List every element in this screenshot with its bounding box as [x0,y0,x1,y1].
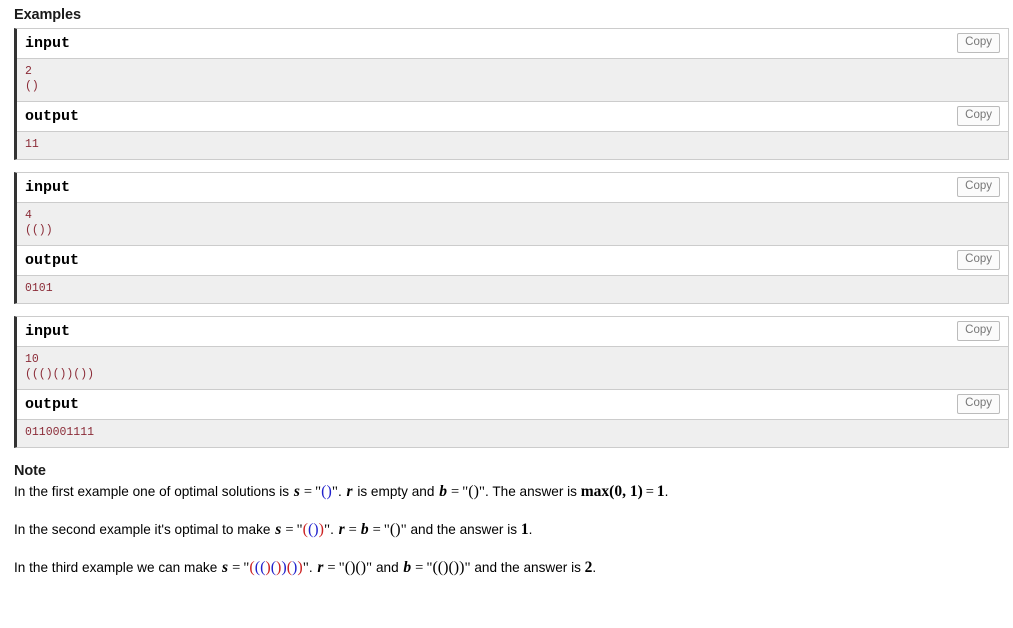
sample-tests-container: input Copy 2 () output Copy 11 input Copy 4 (())… [14,28,1009,448]
note-third-example: In the third example we can make s = "((()… [14,559,597,576]
math-number: 1 [520,521,529,538]
input-title: input Copy [17,29,1008,59]
note-heading: Note [14,463,46,479]
examples-section: Examples input Copy 2 () output Copy 11 input C… [14,6,1009,448]
bracket-sequence: (()()) [432,559,464,576]
output-content: 0101 [17,276,1008,303]
math-quote: " [478,484,486,500]
sample-test: input Copy 4 (()) output Copy 0101 [14,172,1009,304]
bracket-sequence: () [321,483,332,500]
math-operator: = [303,484,313,500]
note-section: Note In the first example one of optimal… [14,462,1009,578]
math-operator: = [450,484,460,500]
input-content: 4 (()) [17,203,1008,246]
math-quote: " [323,522,331,538]
copy-output-button[interactable]: Copy [957,394,1000,414]
copy-input-button[interactable]: Copy [957,321,1000,341]
output-title: output Copy [17,246,1008,276]
note-body: In the first example one of optimal solu… [14,482,1009,578]
input-title: input Copy [17,317,1008,347]
math-operator: = [327,560,336,576]
output-content: 0110001111 [17,420,1008,447]
note-second-example: In the second example it's optimal to ma… [14,521,533,538]
output-title: output Copy [17,390,1008,420]
input-content: 10 ((()())()) [17,347,1008,390]
bracket-sequence: ()() [345,559,366,576]
math-variable: s [222,559,229,576]
input-content: 2 () [17,59,1008,102]
copy-input-button[interactable]: Copy [957,177,1000,197]
bracket-sequence: () [468,483,479,500]
input-title: input Copy [17,173,1008,203]
math-variable: r [338,521,345,538]
math-number: 1 [656,483,665,500]
math-variable: s [293,483,300,500]
math-function: max [580,483,610,500]
math-variable: r [346,483,353,500]
math-operator: = [285,522,294,538]
copy-input-button[interactable]: Copy [957,33,1000,53]
input-label: input [25,323,71,340]
math-quote: " [464,560,471,576]
output-content: 11 [17,132,1008,159]
math-number: 2 [584,559,593,576]
output-label: output [25,396,80,413]
sample-test: input Copy 2 () output Copy 11 [14,28,1009,160]
copy-output-button[interactable]: Copy [957,250,1000,270]
math-operator: = [415,560,424,576]
copy-output-button[interactable]: Copy [957,106,1000,126]
math-variable: b [360,521,369,538]
input-label: input [25,35,71,52]
output-label: output [25,108,80,125]
bracket-sequence: () [390,521,401,538]
math-quote: " [302,560,309,576]
problem-statement-page: Examples input Copy 2 () output Copy 11 input C… [0,0,1013,578]
math-operator: = [372,522,381,538]
math-quote: " [400,522,407,538]
math-operator: = [232,560,241,576]
input-label: input [25,179,71,196]
output-label: output [25,252,80,269]
output-title: output Copy [17,102,1008,132]
math-operator: = [645,484,654,500]
note-first-example: In the first example one of optimal solu… [14,483,669,500]
math-variable: b [439,483,447,500]
math-variable: b [403,559,412,576]
sample-test: input Copy 10 ((()())()) output Copy 01100011… [14,316,1009,448]
math-number: (0, 1) [609,483,643,500]
math-operator: = [348,522,357,538]
bracket-sequence: ((()())()) [249,559,302,576]
math-quote: " [366,560,373,576]
examples-heading: Examples [14,7,81,23]
math-quote: " [331,484,338,500]
bracket-sequence: (()) [303,521,324,538]
